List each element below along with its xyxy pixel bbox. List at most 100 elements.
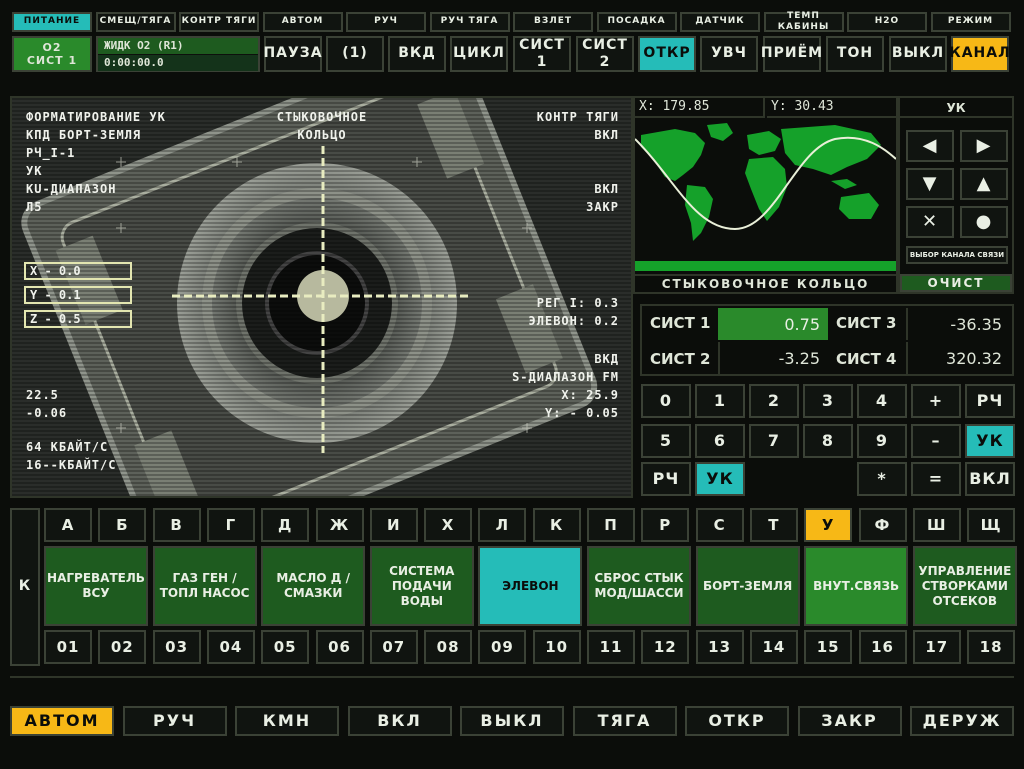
tab-0[interactable]: ПИТАНИЕ: [12, 12, 92, 32]
key-12[interactable]: –: [911, 424, 961, 458]
module-button[interactable]: БОРТ-ЗЕМЛЯ: [695, 546, 800, 626]
key-13[interactable]: УК: [965, 424, 1015, 458]
key-10[interactable]: 8: [803, 424, 853, 458]
letter-key[interactable]: Д: [261, 508, 310, 542]
letter-key[interactable]: Щ: [967, 508, 1016, 542]
arrow-down-button[interactable]: ▼: [906, 168, 954, 200]
letter-key[interactable]: Б: [98, 508, 147, 542]
letter-key[interactable]: Ф: [858, 508, 907, 542]
letter-key[interactable]: А: [44, 508, 92, 542]
bottom-button-4[interactable]: ВЫКЛ: [460, 706, 564, 736]
key-0[interactable]: 0: [641, 384, 691, 418]
control-4[interactable]: СИСТ 1: [513, 36, 571, 72]
number-key[interactable]: 03: [152, 630, 201, 664]
module-button[interactable]: МАСЛО Д / СМАЗКИ: [261, 546, 366, 626]
key-5[interactable]: +: [911, 384, 961, 418]
letter-key[interactable]: К: [532, 508, 581, 542]
control-9[interactable]: ТОН: [826, 36, 884, 72]
key-1[interactable]: 1: [695, 384, 745, 418]
number-key[interactable]: 14: [749, 630, 798, 664]
module-button[interactable]: УПРАВЛЕНИЕ СТВОРКАМИ ОТСЕКОВ: [912, 546, 1017, 626]
key-3[interactable]: 3: [803, 384, 853, 418]
control-0[interactable]: ПАУЗА: [263, 36, 322, 72]
bottom-button-1[interactable]: РУЧ: [122, 706, 227, 736]
number-key[interactable]: 01: [44, 630, 92, 664]
control-10[interactable]: ВЫКЛ: [889, 36, 947, 72]
arrow-up-button[interactable]: ▲: [960, 168, 1008, 200]
number-key[interactable]: 06: [315, 630, 364, 664]
number-key[interactable]: 04: [206, 630, 255, 664]
tab-7[interactable]: ПОСАДКА: [596, 12, 677, 32]
module-button[interactable]: ЭЛЕВОН: [478, 546, 583, 626]
tab-6[interactable]: ВЗЛЕТ: [513, 12, 593, 32]
letter-key[interactable]: Т: [749, 508, 798, 542]
number-key[interactable]: 08: [424, 630, 473, 664]
control-11[interactable]: КАНАЛ: [949, 36, 1010, 72]
letter-key[interactable]: Г: [206, 508, 255, 542]
module-button[interactable]: СБРОС СТЫК МОД/ШАССИ: [587, 546, 691, 626]
letter-key[interactable]: С: [695, 508, 744, 542]
letter-key[interactable]: В: [152, 508, 201, 542]
bottom-button-2[interactable]: КМН: [235, 706, 339, 736]
number-key[interactable]: 05: [261, 630, 310, 664]
bottom-button-3[interactable]: ВКЛ: [347, 706, 452, 736]
key-15[interactable]: УК: [695, 462, 745, 496]
tab-9[interactable]: ТЕМП КАБИНЫ: [763, 11, 844, 32]
key-17[interactable]: =: [911, 462, 961, 496]
number-key[interactable]: 16: [858, 630, 907, 664]
key-7[interactable]: 5: [641, 424, 691, 458]
module-button[interactable]: ВНУТ.СВЯЗЬ: [804, 546, 909, 626]
bottom-button-8[interactable]: ДЕРУЖ: [910, 706, 1014, 736]
number-key[interactable]: 12: [641, 630, 690, 664]
number-key[interactable]: 11: [587, 630, 635, 664]
number-key[interactable]: 02: [98, 630, 147, 664]
key-9[interactable]: 7: [749, 424, 799, 458]
letter-key[interactable]: Ш: [912, 508, 961, 542]
control-6[interactable]: ОТКР: [638, 36, 696, 72]
key-6[interactable]: РЧ: [965, 384, 1015, 418]
arrow-right-button[interactable]: ▶: [960, 130, 1008, 162]
number-key[interactable]: 18: [967, 630, 1016, 664]
channel-select-button[interactable]: ВЫБОР КАНАЛА СВЯЗИ: [906, 246, 1008, 264]
letter-key[interactable]: П: [587, 508, 635, 542]
control-7[interactable]: УВЧ: [700, 36, 758, 72]
number-key[interactable]: 07: [369, 630, 418, 664]
control-8[interactable]: ПРИЁМ: [761, 36, 822, 72]
bottom-button-7[interactable]: ЗАКР: [797, 706, 902, 736]
control-2[interactable]: ВКД: [388, 36, 446, 72]
control-5[interactable]: СИСТ 2: [576, 36, 634, 72]
bottom-button-0[interactable]: АВТОМ: [10, 706, 114, 736]
control-3[interactable]: ЦИКЛ: [450, 36, 508, 72]
key-16[interactable]: *: [857, 462, 907, 496]
module-button[interactable]: ГАЗ ГЕН / ТОПЛ НАСОС: [152, 546, 257, 626]
module-button[interactable]: НАГРЕВАТЕЛЬ ВСУ: [44, 546, 148, 626]
tab-4[interactable]: РУЧ: [346, 12, 426, 32]
clear-button[interactable]: ОЧИСТ: [900, 274, 1012, 292]
number-key[interactable]: 17: [912, 630, 961, 664]
tab-5[interactable]: РУЧ ТЯГА: [429, 12, 510, 32]
tab-8[interactable]: ДАТЧИК: [680, 12, 760, 32]
letter-key[interactable]: Ж: [315, 508, 364, 542]
number-key[interactable]: 09: [478, 630, 527, 664]
letter-key[interactable]: Х: [424, 508, 473, 542]
module-button[interactable]: СИСТЕМА ПОДАЧИ ВОДЫ: [369, 546, 474, 626]
key-4[interactable]: 4: [857, 384, 907, 418]
tab-10[interactable]: H2O: [847, 12, 927, 32]
letter-key[interactable]: И: [369, 508, 418, 542]
number-key[interactable]: 10: [532, 630, 581, 664]
number-key[interactable]: 13: [695, 630, 744, 664]
letter-key[interactable]: Р: [641, 508, 690, 542]
tab-2[interactable]: КОНТР ТЯГИ: [179, 12, 259, 32]
letter-key[interactable]: Л: [478, 508, 527, 542]
key-18[interactable]: ВКЛ: [965, 462, 1015, 496]
dot-button[interactable]: ●: [960, 206, 1008, 238]
letter-key[interactable]: У: [804, 508, 853, 542]
key-14[interactable]: РЧ: [641, 462, 691, 496]
number-key[interactable]: 15: [804, 630, 853, 664]
control-1[interactable]: (1): [326, 36, 384, 72]
cross-button[interactable]: ✕: [906, 206, 954, 238]
tab-3[interactable]: АВТОМ: [262, 12, 343, 32]
tab-1[interactable]: СМЕЩ/ТЯГА: [95, 12, 176, 32]
key-2[interactable]: 2: [749, 384, 799, 418]
arrow-left-button[interactable]: ◀: [906, 130, 954, 162]
